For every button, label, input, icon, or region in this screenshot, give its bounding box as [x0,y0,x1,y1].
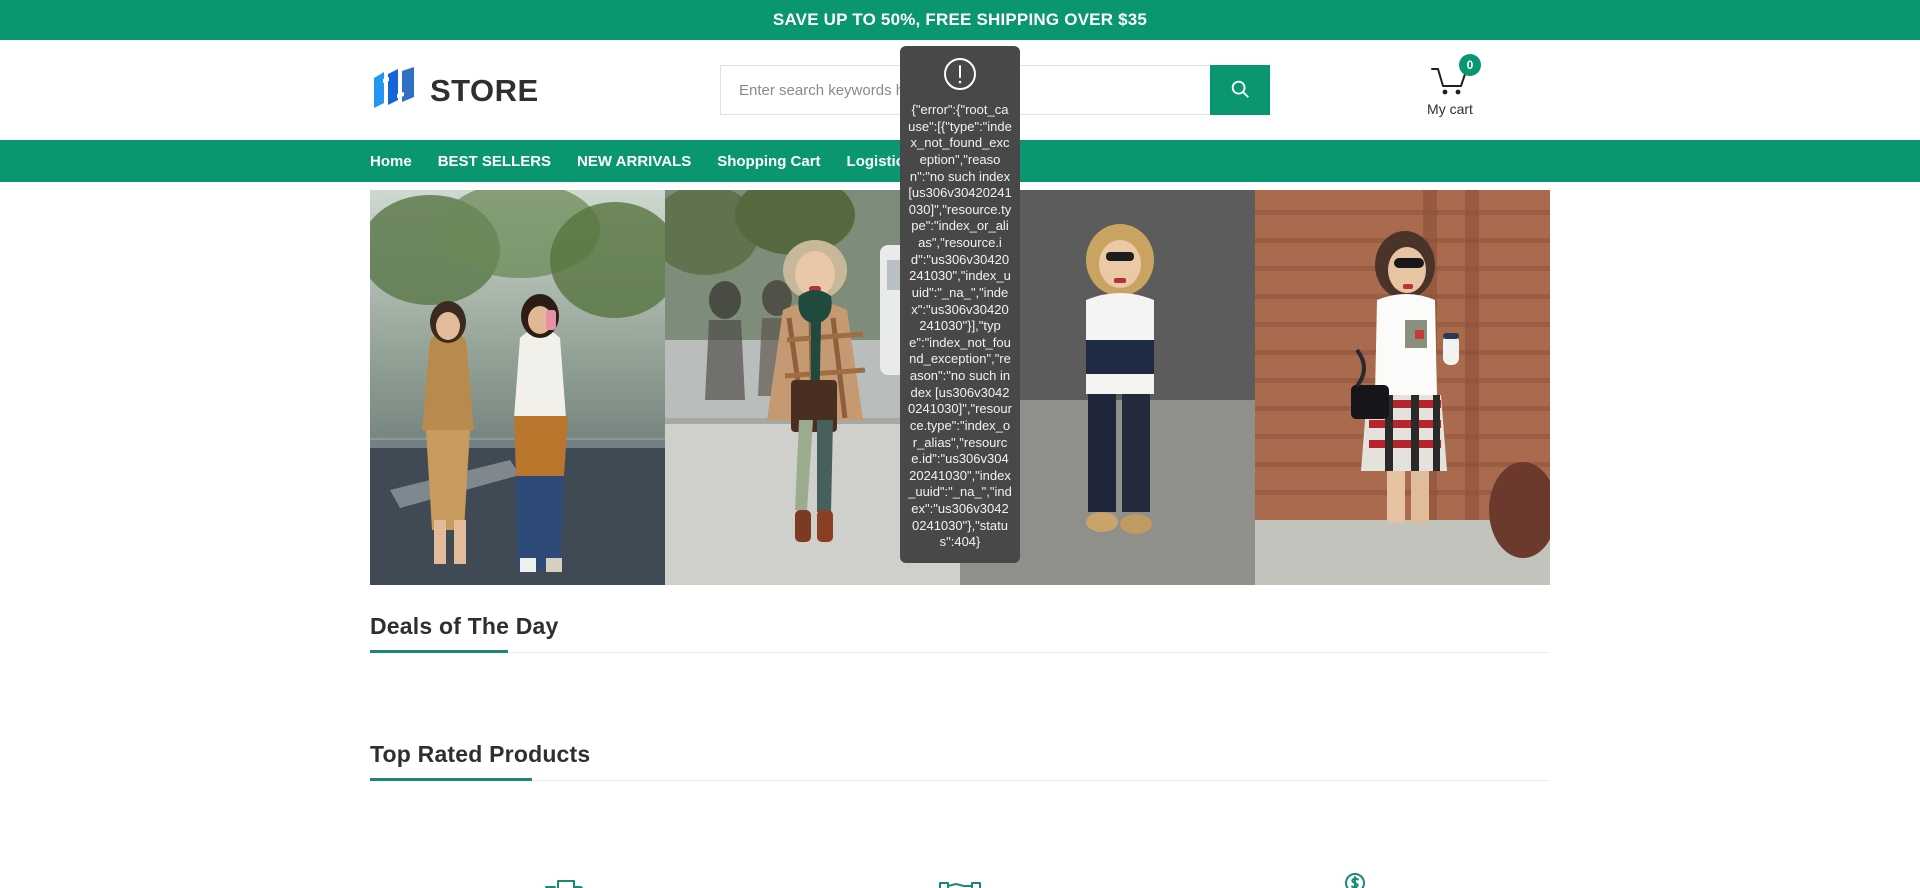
feature-security-protection: SECURITY PROTECTION [1157,871,1550,888]
top-rated-section: Top Rated Products [370,741,1550,841]
feature-money-back: Money Back 100% [763,871,1156,888]
delivery-truck-icon [544,871,590,888]
features-bar: Free shipping Money Back 100% S [370,871,1550,888]
error-tooltip: {"error":{"root_cause":[{"type":"index_n… [900,46,1020,563]
promo-banner: SAVE UP TO 50%, FREE SHIPPING OVER $35 [0,0,1920,40]
cart-button[interactable]: 0 My cart [1350,53,1550,117]
nav-item-best-sellers[interactable]: BEST SELLERS [438,153,551,170]
site-logo-text: STORE [430,72,539,108]
search-button[interactable] [1210,65,1270,115]
search-icon [1229,78,1251,103]
alert-circle-icon [908,56,1012,92]
top-rated-section-title: Top Rated Products [370,741,591,767]
deals-product-grid [370,653,1550,713]
feature-free-shipping: Free shipping [370,871,763,888]
top-rated-section-header: Top Rated Products [370,741,1550,781]
nav-item-new-arrivals[interactable]: NEW ARRIVALS [577,153,691,170]
cart-label: My cart [1427,100,1473,117]
nav-item-home[interactable]: Home [370,153,412,170]
handshake-icon [936,871,984,888]
deals-section-title: Deals of The Day [370,613,559,639]
hero-slide-1[interactable] [370,190,665,585]
shopping-cart-icon [1429,67,1471,102]
error-tooltip-message: {"error":{"root_cause":[{"type":"index_n… [908,102,1012,550]
deals-section-header: Deals of The Day [370,613,1550,653]
site-logo[interactable]: STORE [370,65,650,116]
top-rated-product-grid [370,781,1550,841]
hand-holding-dollar-icon [1330,871,1376,888]
hero-slide-4[interactable] [1255,190,1550,585]
cart-badge: 0 [1459,53,1481,76]
nav-item-shopping-cart[interactable]: Shopping Cart [717,153,820,170]
deals-section: Deals of The Day [370,613,1550,713]
store-bars-logo-icon [370,65,428,116]
promo-banner-text: SAVE UP TO 50%, FREE SHIPPING OVER $35 [772,10,1148,29]
